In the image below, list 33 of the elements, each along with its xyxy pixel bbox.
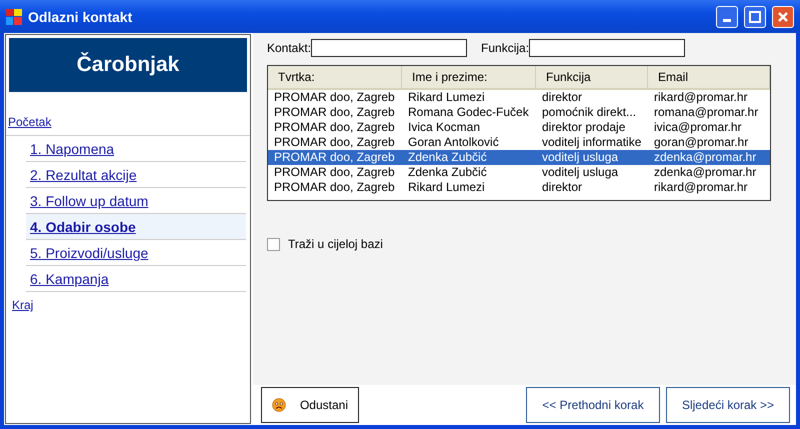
- step-link[interactable]: 1. Napomena: [26, 136, 246, 162]
- table-cell[interactable]: PROMAR doo, Zagreb: [268, 150, 402, 165]
- maximize-button[interactable]: [744, 6, 766, 28]
- maximize-icon: [749, 10, 761, 22]
- table-cell[interactable]: voditelj usluga: [536, 150, 648, 165]
- end-link[interactable]: Kraj: [12, 298, 250, 312]
- minimize-icon: [723, 19, 731, 22]
- app-icon: [6, 8, 22, 24]
- table-cell[interactable]: zdenka@promar.hr: [648, 150, 770, 165]
- table-cell[interactable]: Zdenka Zubčić: [402, 150, 536, 165]
- input-field[interactable]: [311, 39, 468, 57]
- cancel-button[interactable]: Odustani: [261, 387, 359, 423]
- step-link[interactable]: 2. Rezultat akcije: [26, 162, 246, 188]
- field-label: Kontakt:: [267, 41, 312, 55]
- checkbox[interactable]: [267, 238, 280, 250]
- column-header[interactable]: Ime i prezime:: [402, 66, 536, 90]
- previous-button[interactable]: << Prethodni korak: [526, 387, 660, 423]
- checkbox-label: Traži u cijeloj bazi: [288, 237, 383, 251]
- window-title: Odlazni kontakt: [28, 8, 134, 24]
- column-header[interactable]: Tvrtka:: [268, 66, 402, 90]
- column-header[interactable]: Funkcija: [536, 66, 648, 90]
- column-header[interactable]: Email: [648, 66, 770, 90]
- field-label: Funkcija:: [481, 41, 530, 55]
- close-button[interactable]: [772, 6, 794, 28]
- minimize-button[interactable]: [716, 6, 738, 28]
- next-button[interactable]: Sljedeći korak >>: [666, 387, 790, 423]
- wizard-header: Čarobnjak: [9, 38, 247, 92]
- input-field[interactable]: [529, 39, 686, 57]
- step-link[interactable]: 6. Kampanja: [26, 266, 246, 292]
- step-link[interactable]: 4. Odabir osobe: [26, 214, 246, 240]
- close-icon: [777, 10, 789, 22]
- step-link[interactable]: 5. Proizvodi/usluge: [26, 240, 246, 266]
- start-link[interactable]: Početak: [8, 115, 250, 129]
